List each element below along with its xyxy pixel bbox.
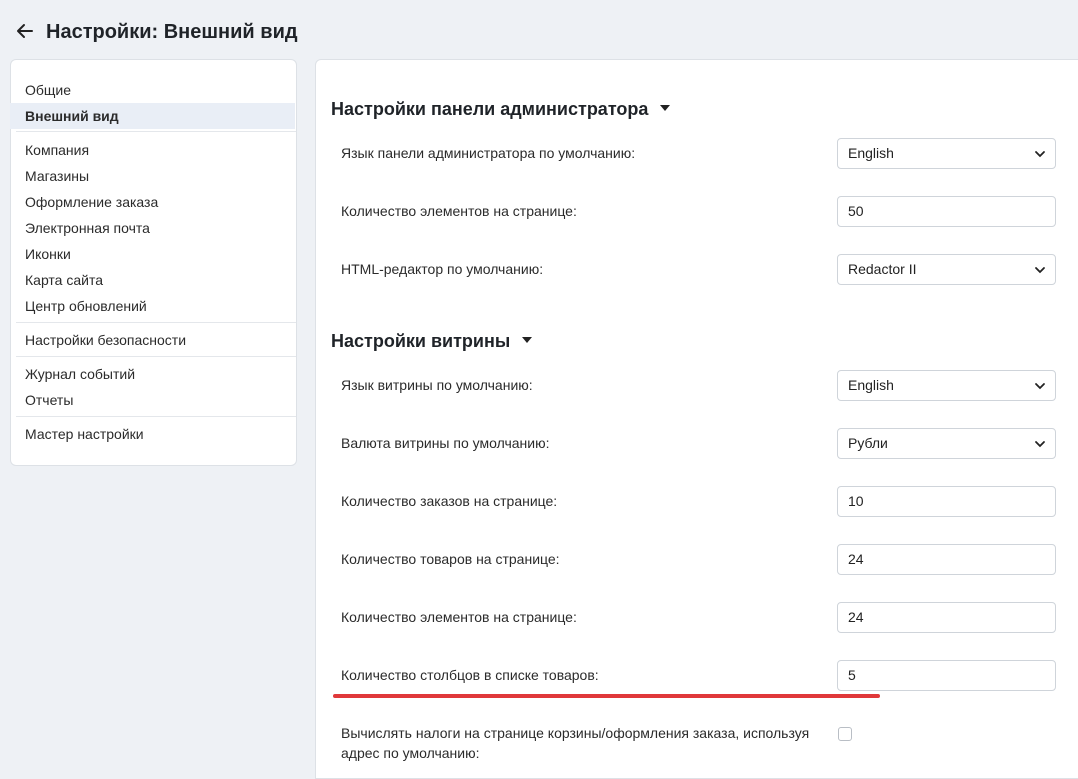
sidebar-item-setup-wizard[interactable]: Мастер настройки	[10, 421, 295, 447]
admin-items-per-page-label: Количество элементов на странице:	[341, 203, 577, 219]
html-editor-label: HTML-редактор по умолчанию:	[341, 261, 544, 277]
chevron-down-icon	[1035, 267, 1045, 274]
chevron-down-icon	[1035, 383, 1045, 390]
select-value: English	[848, 145, 894, 161]
sidebar-item-logs[interactable]: Журнал событий	[10, 361, 295, 387]
page-header: Настройки: Внешний вид	[0, 0, 1078, 58]
product-columns-input[interactable]: 5	[837, 660, 1056, 691]
sidebar-item-appearance[interactable]: Внешний вид	[10, 103, 295, 129]
elements-per-page-label: Количество элементов на странице:	[341, 609, 577, 625]
section-storefront-title[interactable]: Настройки витрины	[331, 331, 533, 352]
select-value: English	[848, 377, 894, 393]
highlight-underline	[333, 694, 880, 698]
sidebar-item-checkout[interactable]: Оформление заказа	[10, 189, 295, 215]
select-value: Redactor II	[848, 261, 917, 277]
storefront-language-select[interactable]: English	[837, 370, 1056, 401]
sidebar-divider	[16, 356, 296, 357]
sidebar-item-general[interactable]: Общие	[10, 77, 295, 103]
storefront-currency-label: Валюта витрины по умолчанию:	[341, 435, 550, 451]
tax-calc-label-line1: Вычислять налоги на странице корзины/офо…	[341, 725, 810, 741]
product-columns-label: Количество столбцов в списке товаров:	[341, 667, 599, 683]
sidebar-divider	[16, 416, 296, 417]
elements-per-page-input[interactable]: 24	[837, 602, 1056, 633]
page-title: Настройки: Внешний вид	[46, 21, 298, 43]
chevron-down-icon	[1035, 151, 1045, 158]
chevron-down-icon	[1035, 441, 1045, 448]
sidebar-item-email[interactable]: Электронная почта	[10, 215, 295, 241]
orders-per-page-input[interactable]: 10	[837, 486, 1056, 517]
section-title-text: Настройки витрины	[331, 331, 511, 351]
orders-per-page-label: Количество заказов на странице:	[341, 493, 558, 509]
caret-down-icon	[522, 337, 533, 344]
select-value: Рубли	[848, 435, 888, 451]
admin-language-label: Язык панели администратора по умолчанию:	[341, 145, 636, 161]
sidebar-item-company[interactable]: Компания	[10, 137, 295, 163]
admin-items-per-page-input[interactable]: 50	[837, 196, 1056, 227]
sidebar-item-reports[interactable]: Отчеты	[10, 387, 295, 413]
admin-language-select[interactable]: English	[837, 138, 1056, 169]
products-per-page-input[interactable]: 24	[837, 544, 1056, 575]
sidebar-item-upgrade-center[interactable]: Центр обновлений	[10, 293, 295, 319]
caret-down-icon	[660, 105, 671, 112]
sidebar-divider	[16, 322, 296, 323]
section-admin-panel-title[interactable]: Настройки панели администратора	[331, 99, 671, 120]
section-title-text: Настройки панели администратора	[331, 99, 649, 119]
sidebar-item-sitemap[interactable]: Карта сайта	[10, 267, 295, 293]
tax-calc-checkbox[interactable]	[838, 727, 852, 741]
sidebar-item-security[interactable]: Настройки безопасности	[10, 327, 295, 353]
products-per-page-label: Количество товаров на странице:	[341, 551, 560, 567]
html-editor-select[interactable]: Redactor II	[837, 254, 1056, 285]
sidebar-item-stores[interactable]: Магазины	[10, 163, 295, 189]
storefront-currency-select[interactable]: Рубли	[837, 428, 1056, 459]
tax-calc-label-line2: адрес по умолчанию:	[341, 745, 480, 761]
sidebar-item-icons[interactable]: Иконки	[10, 241, 295, 267]
sidebar-divider	[16, 131, 296, 132]
storefront-language-label: Язык витрины по умолчанию:	[341, 377, 533, 393]
arrow-left-icon[interactable]	[14, 20, 36, 42]
